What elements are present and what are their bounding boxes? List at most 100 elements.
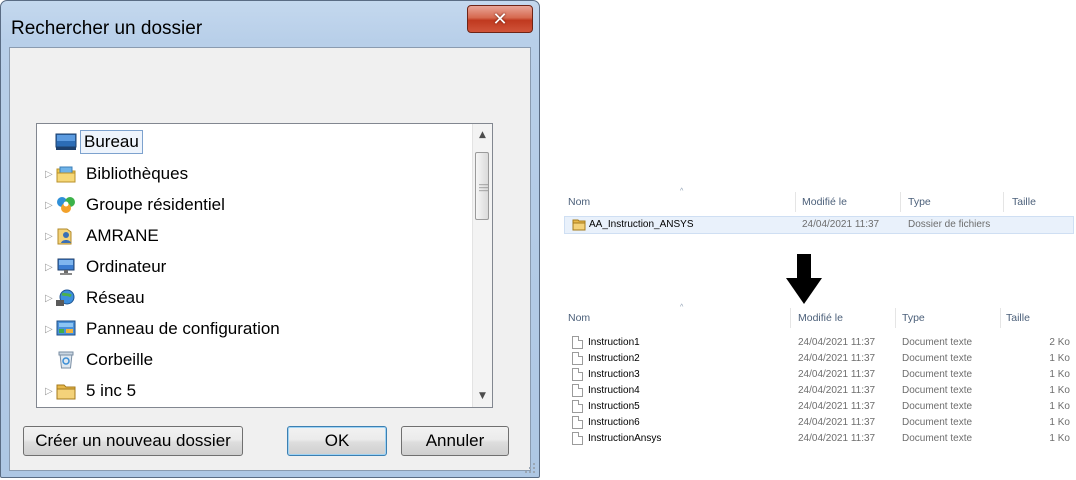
text-file-icon bbox=[572, 368, 583, 381]
column-header-modified[interactable]: Modifié le bbox=[802, 196, 847, 208]
table-row[interactable]: Instruction1 24/04/2021 11:37 Document t… bbox=[564, 335, 1074, 351]
modified-date: 24/04/2021 11:37 bbox=[798, 353, 876, 364]
file-name: Instruction3 bbox=[588, 369, 640, 380]
file-size: 1 Ko bbox=[1049, 401, 1070, 412]
grip-icon: — — — bbox=[479, 179, 488, 195]
scroll-up-arrow-icon[interactable]: ▲ bbox=[473, 126, 492, 144]
expand-arrow-icon[interactable]: ▷ bbox=[45, 231, 55, 242]
tree-item-amrane[interactable]: ▷ AMRANE bbox=[37, 222, 467, 250]
modified-date: 24/04/2021 11:37 bbox=[798, 401, 876, 412]
text-file-icon bbox=[572, 384, 583, 397]
column-separator bbox=[1003, 192, 1004, 212]
file-name: Instruction5 bbox=[588, 401, 640, 412]
column-header-name[interactable]: Nom bbox=[568, 196, 590, 208]
title-bar[interactable]: Rechercher un dossier ✕ bbox=[1, 1, 539, 47]
file-size: 1 Ko bbox=[1049, 353, 1070, 364]
homegroup-icon bbox=[55, 195, 77, 215]
scroll-down-arrow-icon[interactable]: ▼ bbox=[473, 387, 492, 405]
table-row[interactable]: Instruction5 24/04/2021 11:37 Document t… bbox=[564, 399, 1074, 415]
tree-item-ordinateur[interactable]: ▷ Ordinateur bbox=[37, 253, 467, 281]
resize-grip-icon[interactable] bbox=[523, 461, 537, 475]
sort-ascending-icon: ^ bbox=[680, 188, 684, 195]
file-name: InstructionAnsys bbox=[588, 433, 662, 444]
close-icon: ✕ bbox=[492, 8, 508, 30]
column-header-name[interactable]: Nom bbox=[568, 312, 590, 324]
folder-tree[interactable]: Bureau ▷ Bibliothèques ▷ Groupe résident… bbox=[36, 123, 493, 408]
column-header-size[interactable]: Taille bbox=[1012, 196, 1036, 208]
sort-ascending-icon: ^ bbox=[680, 304, 684, 311]
libraries-icon bbox=[55, 164, 77, 184]
file-size: 1 Ko bbox=[1049, 417, 1070, 428]
tree-item-corbeille[interactable]: Corbeille bbox=[37, 346, 467, 374]
tree-item-label: Groupe résidentiel bbox=[86, 195, 225, 214]
tree-item-label: 5 inc 5 bbox=[86, 381, 137, 400]
modified-date: 24/04/2021 11:37 bbox=[798, 385, 876, 396]
tree-item-label: Corbeille bbox=[86, 350, 154, 369]
file-name: Instruction4 bbox=[588, 385, 640, 396]
column-header-size[interactable]: Taille bbox=[1006, 312, 1030, 324]
folder-icon bbox=[55, 381, 77, 401]
new-folder-button[interactable]: Créer un nouveau dossier bbox=[23, 426, 243, 456]
scroll-thumb[interactable]: — — — bbox=[475, 152, 489, 220]
file-size: 1 Ko bbox=[1049, 433, 1070, 444]
table-row[interactable]: Instruction6 24/04/2021 11:37 Document t… bbox=[564, 415, 1074, 431]
file-type: Document texte bbox=[902, 385, 973, 396]
text-file-icon bbox=[572, 352, 583, 365]
expand-arrow-icon[interactable]: ▷ bbox=[45, 386, 55, 397]
tree-item-label: Ordinateur bbox=[86, 257, 167, 276]
folder-icon bbox=[572, 219, 586, 231]
tree-item-label: Bureau bbox=[80, 130, 143, 154]
tree-item-label: Bibliothèques bbox=[86, 164, 189, 183]
column-separator bbox=[895, 308, 896, 328]
file-name: Instruction2 bbox=[588, 353, 640, 364]
text-file-icon bbox=[572, 432, 583, 445]
ok-button[interactable]: OK bbox=[287, 426, 387, 456]
expand-arrow-icon[interactable]: ▷ bbox=[45, 324, 55, 335]
explorer-top-panel: Nom ^ Modifié le Type Taille AA_Instruct… bbox=[560, 188, 1076, 260]
column-header-modified[interactable]: Modifié le bbox=[798, 312, 843, 324]
column-separator bbox=[790, 308, 791, 328]
tree-item-groupe-residentiel[interactable]: ▷ Groupe résidentiel bbox=[37, 191, 467, 219]
tree-item-bibliotheques[interactable]: ▷ Bibliothèques bbox=[37, 160, 467, 188]
tree-item-label: Réseau bbox=[86, 288, 145, 307]
file-type: Dossier de fichiers bbox=[908, 219, 991, 230]
expand-arrow-icon[interactable]: ▷ bbox=[45, 169, 55, 180]
table-row[interactable]: AA_Instruction_ANSYS 24/04/2021 11:37 Do… bbox=[564, 217, 1074, 233]
file-type: Document texte bbox=[902, 353, 973, 364]
expand-arrow-icon[interactable]: ▷ bbox=[45, 262, 55, 273]
table-row[interactable]: Instruction4 24/04/2021 11:37 Document t… bbox=[564, 383, 1074, 399]
expand-arrow-icon[interactable]: ▷ bbox=[45, 200, 55, 211]
table-row[interactable]: Instruction3 24/04/2021 11:37 Document t… bbox=[564, 367, 1074, 383]
tree-item-5-inc-5[interactable]: ▷ 5 inc 5 bbox=[37, 377, 467, 405]
control-panel-icon bbox=[55, 319, 77, 339]
column-header-type[interactable]: Type bbox=[908, 196, 931, 208]
file-name: AA_Instruction_ANSYS bbox=[589, 219, 694, 230]
file-type: Document texte bbox=[902, 433, 973, 444]
arrow-down-icon bbox=[786, 254, 822, 304]
dialog-title: Rechercher un dossier bbox=[11, 18, 203, 39]
close-button[interactable]: ✕ bbox=[467, 5, 533, 33]
tree-item-bureau[interactable]: Bureau bbox=[37, 128, 467, 156]
modified-date: 24/04/2021 11:37 bbox=[798, 417, 876, 428]
text-file-icon bbox=[572, 336, 583, 349]
column-separator bbox=[795, 192, 796, 212]
explorer-bottom-panel: Nom ^ Modifié le Type Taille Instruction… bbox=[560, 304, 1076, 466]
network-icon bbox=[55, 288, 77, 308]
file-size: 1 Ko bbox=[1049, 385, 1070, 396]
table-row[interactable]: Instruction2 24/04/2021 11:37 Document t… bbox=[564, 351, 1074, 367]
file-name: Instruction1 bbox=[588, 337, 640, 348]
column-header-type[interactable]: Type bbox=[902, 312, 925, 324]
file-type: Document texte bbox=[902, 369, 973, 380]
tree-item-panneau-configuration[interactable]: ▷ Panneau de configuration bbox=[37, 315, 467, 343]
cancel-button[interactable]: Annuler bbox=[401, 426, 509, 456]
file-name: Instruction6 bbox=[588, 417, 640, 428]
expand-arrow-icon[interactable]: ▷ bbox=[45, 293, 55, 304]
ok-button-label: OK bbox=[324, 431, 350, 450]
modified-date: 24/04/2021 11:37 bbox=[798, 369, 876, 380]
table-row[interactable]: InstructionAnsys 24/04/2021 11:37 Docume… bbox=[564, 431, 1074, 447]
tree-item-reseau[interactable]: ▷ Réseau bbox=[37, 284, 467, 312]
tree-scrollbar[interactable]: ▲ — — — ▼ bbox=[472, 124, 492, 407]
modified-date: 24/04/2021 11:37 bbox=[802, 219, 880, 230]
modified-date: 24/04/2021 11:37 bbox=[798, 433, 876, 444]
file-type: Document texte bbox=[902, 401, 973, 412]
